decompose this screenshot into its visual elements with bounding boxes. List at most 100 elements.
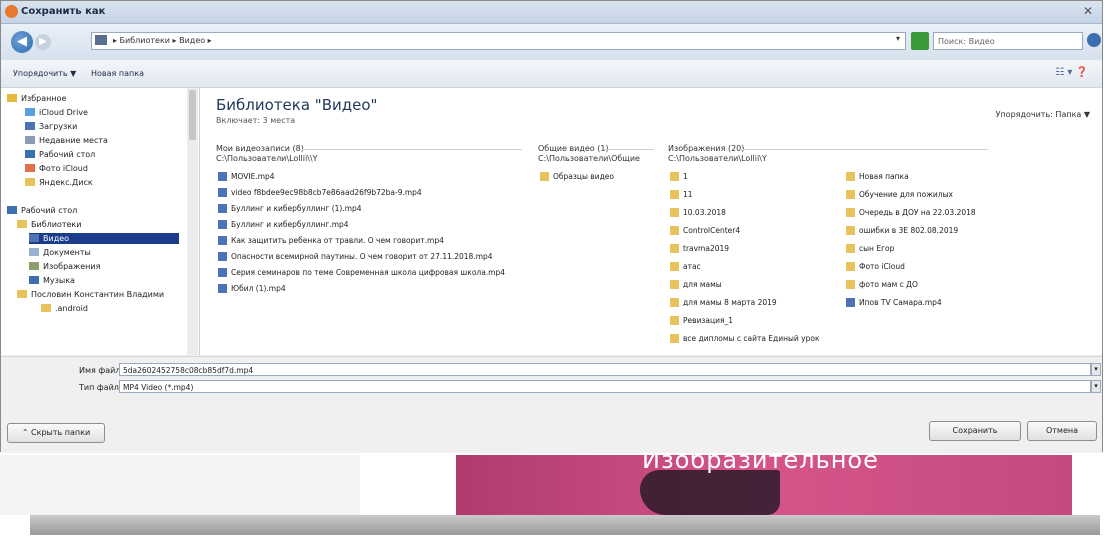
address-dropdown-icon[interactable]: ▾ (896, 34, 900, 43)
list-item[interactable]: Серия семинаров по теме Современная школ… (218, 268, 505, 277)
address-field[interactable] (91, 32, 906, 50)
library-icon (17, 220, 27, 228)
nav-item-recent[interactable]: Недавние места (25, 136, 108, 145)
folder-icon (670, 262, 679, 271)
folder-icon (670, 190, 679, 199)
search-icon[interactable] (1087, 33, 1101, 47)
list-item[interactable]: 10.03.2018 (670, 208, 726, 217)
dialog-title: Сохранить как (21, 6, 106, 17)
nav-item-yandex-disk[interactable]: Яндекс.Диск (25, 178, 93, 187)
video-file-icon (218, 236, 227, 245)
nav-item-desktop-root[interactable]: Рабочий стол (7, 206, 77, 215)
save-form: Имя файла: 5da2602452758c08cb85df7d.mp4 … (1, 356, 1102, 453)
save-button[interactable]: Сохранить (929, 421, 1021, 441)
list-item[interactable]: для мамы 8 марта 2019 (670, 298, 777, 307)
list-item[interactable]: video f8bdee9ec98b8cb7e86aad26f9b72ba-9.… (218, 188, 422, 197)
list-item[interactable]: Ипов TV Самара.mp4 (846, 298, 942, 307)
back-arrow-icon[interactable]: ◀ (11, 31, 33, 53)
photos-icon (25, 164, 35, 172)
list-item[interactable]: для мамы (670, 280, 722, 289)
list-item[interactable]: Новая папка (846, 172, 909, 181)
documents-icon (29, 248, 39, 256)
nav-scrollbar-thumb[interactable] (189, 90, 196, 140)
nav-item-user-folder[interactable]: Пословин Константин Владими (17, 290, 164, 299)
filetype-dropdown-icon[interactable]: ▾ (1091, 380, 1101, 393)
nav-item-android[interactable]: .android (41, 304, 88, 313)
group-header[interactable]: Изображения (20) (668, 144, 744, 153)
nav-item-libraries[interactable]: Библиотеки (17, 220, 81, 229)
list-item[interactable]: Образцы видео (540, 172, 614, 181)
list-item[interactable]: Юбил (1).mp4 (218, 284, 286, 293)
folder-icon (670, 226, 679, 235)
list-item[interactable]: Ревизация_1 (670, 316, 733, 325)
nav-item-documents[interactable]: Документы (29, 248, 91, 257)
search-input[interactable]: Поиск: Видео (933, 32, 1083, 50)
list-item[interactable]: ControlCenter4 (670, 226, 740, 235)
address-bar: ◀ ▶ ▸ Библиотеки ▸ Видео ▸ ▾ Поиск: Виде… (1, 24, 1102, 60)
video-file-icon (218, 188, 227, 197)
desktop-icon (25, 150, 35, 158)
navigation-pane: Избранное iCloud Drive Загрузки Недавние… (1, 88, 200, 355)
arrange-value[interactable]: Папка ▼ (1055, 110, 1090, 119)
dialog-titlebar[interactable]: Сохранить как ✕ (1, 1, 1102, 24)
organize-button[interactable]: Упорядочить ▼ (13, 69, 76, 78)
folder-icon (846, 172, 855, 181)
group-divider (604, 149, 654, 150)
folder-icon (670, 280, 679, 289)
nav-item-pictures[interactable]: Изображения (29, 262, 100, 271)
list-item[interactable]: Как защитить ребенка от травли. О чем го… (218, 236, 444, 245)
list-item[interactable]: сын Егор (846, 244, 894, 253)
breadcrumb[interactable]: ▸ Библиотеки ▸ Видео ▸ (113, 36, 212, 45)
arrange-by-control[interactable]: Упорядочить: Папка ▼ (996, 110, 1090, 119)
folder-icon (540, 172, 549, 181)
forward-arrow-icon[interactable]: ▶ (35, 34, 51, 50)
star-icon (7, 94, 17, 102)
library-subtitle[interactable]: Включает: 3 места (216, 116, 295, 125)
refresh-icon[interactable] (911, 32, 929, 50)
list-item[interactable]: MOVIE.mp4 (218, 172, 275, 181)
list-item[interactable]: ошибки в 3Е 802.08.2019 (846, 226, 958, 235)
nav-item-icloud-drive[interactable]: iCloud Drive (25, 108, 88, 117)
list-item[interactable]: атас (670, 262, 701, 271)
filename-dropdown-icon[interactable]: ▾ (1091, 363, 1101, 376)
folder-icon (846, 190, 855, 199)
group-path: C:\Пользователи\Lollii\Y (668, 154, 767, 163)
page-horizontal-scrollbar[interactable] (30, 515, 1100, 535)
list-item[interactable]: Фото iCloud (846, 262, 905, 271)
folder-icon (670, 244, 679, 253)
folder-icon (846, 280, 855, 289)
nav-item-favorites[interactable]: Избранное (7, 94, 66, 103)
music-icon (29, 276, 39, 284)
arrange-label: Упорядочить: (995, 110, 1053, 119)
nav-item-downloads[interactable]: Загрузки (25, 122, 77, 131)
list-item[interactable]: Очередь в ДОУ на 22.03.2018 (846, 208, 976, 217)
list-item[interactable]: Буллинг и кибербуллинг.mp4 (218, 220, 349, 229)
filename-input[interactable]: 5da2602452758c08cb85df7d.mp4 (119, 363, 1091, 376)
pictures-icon (29, 262, 39, 270)
list-item[interactable]: Опасности всемирной паутины. О чем говор… (218, 252, 493, 261)
list-item[interactable]: travma2019 (670, 244, 729, 253)
close-icon[interactable]: ✕ (1080, 3, 1096, 19)
group-header[interactable]: Общие видео (1) (538, 144, 609, 153)
new-folder-button[interactable]: Новая папка (91, 69, 144, 78)
nav-item-video[interactable]: Видео (29, 233, 179, 244)
hide-folders-button[interactable]: ⌃ Скрыть папки (7, 423, 105, 443)
folder-icon (670, 334, 679, 343)
folder-icon (670, 316, 679, 325)
group-header[interactable]: Мои видеозаписи (8) (216, 144, 304, 153)
cancel-button[interactable]: Отмена (1027, 421, 1097, 441)
list-item[interactable]: все дипломы с сайта Единый урок (670, 334, 820, 343)
list-item[interactable]: 11 (670, 190, 693, 199)
list-item[interactable]: Обучение для пожилых (846, 190, 953, 199)
nav-item-desktop[interactable]: Рабочий стол (25, 150, 95, 159)
list-item[interactable]: фото мам с ДО (846, 280, 918, 289)
nav-item-music[interactable]: Музыка (29, 276, 75, 285)
view-options-icons[interactable]: ☷ ▾ ❓ (1055, 67, 1088, 78)
nav-item-icloud-photos[interactable]: Фото iCloud (25, 164, 88, 173)
filetype-select[interactable]: MP4 Video (*.mp4) (119, 380, 1091, 393)
list-item[interactable]: Буллинг и кибербуллинг (1).mp4 (218, 204, 362, 213)
video-file-icon (846, 298, 855, 307)
list-item[interactable]: 1 (670, 172, 688, 181)
video-file-icon (218, 204, 227, 213)
desktop-icon (7, 206, 17, 214)
